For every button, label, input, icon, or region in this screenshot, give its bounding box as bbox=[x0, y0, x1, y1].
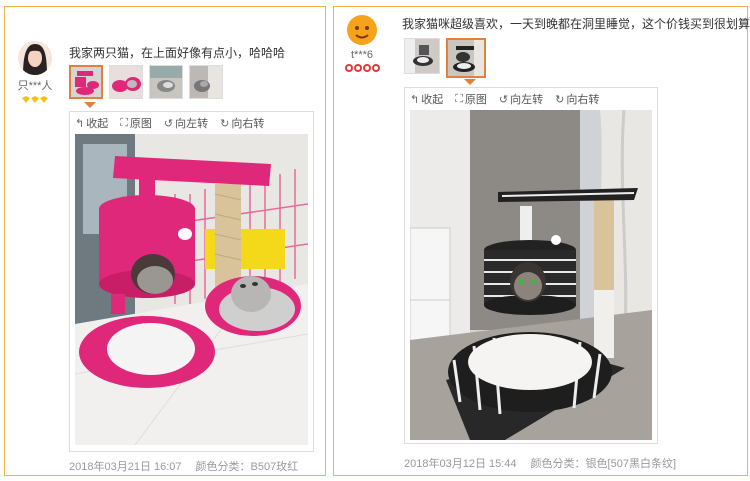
diamond-icon bbox=[22, 96, 30, 103]
collapse-icon: ↰ bbox=[410, 92, 420, 106]
thumbnail[interactable] bbox=[69, 65, 103, 99]
thumbnail-strip bbox=[404, 38, 486, 78]
crown-icon bbox=[371, 64, 380, 72]
review-meta: 2018年03月21日 16:07 颜色分类：B507玫红 bbox=[69, 458, 298, 474]
thumbnail[interactable] bbox=[189, 65, 223, 99]
viewer-toolbar: ↰ 收起 ⛶ 原图 ↺ 向左转 ↻ 向右转 bbox=[405, 88, 657, 110]
viewer-toolbar: ↰ 收起 ⛶ 原图 ↺ 向左转 ↻ 向右转 bbox=[70, 112, 313, 134]
collapse-icon: ↰ bbox=[75, 116, 85, 130]
crown-icon bbox=[344, 64, 353, 72]
review-photo[interactable] bbox=[410, 110, 652, 440]
rotate-right-button[interactable]: ↻ 向右转 bbox=[220, 115, 264, 131]
avatar[interactable] bbox=[18, 41, 52, 75]
review-meta: 2018年03月12日 15:44 颜色分类：银色[507黑白条纹] bbox=[404, 455, 676, 471]
fullscreen-icon: ⛶ bbox=[120, 116, 128, 129]
original-image-button[interactable]: ⛶ 原图 bbox=[455, 91, 487, 107]
avatar[interactable] bbox=[345, 13, 379, 47]
crown-icon bbox=[353, 64, 362, 72]
fullscreen-icon: ⛶ bbox=[455, 92, 463, 105]
active-thumbnail-pointer bbox=[464, 79, 476, 85]
username: t***6 bbox=[350, 49, 374, 61]
reviewer-info: 只***人 bbox=[13, 41, 57, 103]
reviewer-info: t***6 bbox=[340, 13, 384, 72]
level-badges bbox=[340, 64, 384, 72]
rotate-left-button[interactable]: ↺ 向左转 bbox=[499, 91, 543, 107]
original-image-button[interactable]: ⛶ 原图 bbox=[120, 115, 152, 131]
thumbnail-strip bbox=[69, 65, 223, 99]
active-thumbnail-pointer bbox=[84, 102, 96, 108]
color-label: 颜色分类：银色[507黑白条纹] bbox=[530, 458, 676, 470]
review-photo[interactable] bbox=[75, 134, 308, 445]
review-date: 2018年03月21日 16:07 bbox=[69, 461, 182, 473]
collapse-button[interactable]: ↰ 收起 bbox=[410, 91, 443, 107]
thumbnail[interactable] bbox=[404, 38, 440, 74]
thumbnail[interactable] bbox=[149, 65, 183, 99]
rotate-left-button[interactable]: ↺ 向左转 bbox=[164, 115, 208, 131]
color-label: 颜色分类：B507玫红 bbox=[195, 461, 299, 473]
thumbnail[interactable] bbox=[446, 38, 486, 78]
rotate-right-button[interactable]: ↻ 向右转 bbox=[555, 91, 599, 107]
diamond-icon bbox=[31, 96, 39, 103]
image-viewer: ↰ 收起 ⛶ 原图 ↺ 向左转 ↻ 向右转 bbox=[69, 111, 314, 452]
review-card: 只***人 我家两只猫，在上面好像有点小，哈哈哈 ↰ 收起 ⛶ 原图 ↺ 向左转 ↻ 向… bbox=[4, 6, 326, 476]
image-viewer: ↰ 收起 ⛶ 原图 ↺ 向左转 ↻ 向右转 bbox=[404, 87, 658, 444]
review-text: 我家两只猫，在上面好像有点小，哈哈哈 bbox=[69, 46, 286, 60]
rotate-right-icon: ↻ bbox=[220, 116, 230, 130]
rotate-right-icon: ↻ bbox=[555, 92, 565, 106]
review-date: 2018年03月12日 15:44 bbox=[404, 458, 517, 470]
crown-icon bbox=[362, 64, 371, 72]
diamond-icon bbox=[40, 96, 48, 103]
review-text: 我家猫咪超级喜欢，一天到晚都在洞里睡觉，这个价钱买到很划算， bbox=[402, 17, 750, 31]
level-badges bbox=[13, 96, 57, 103]
rotate-left-icon: ↺ bbox=[163, 116, 174, 130]
thumbnail[interactable] bbox=[109, 65, 143, 99]
collapse-button[interactable]: ↰ 收起 bbox=[75, 115, 108, 131]
username: 只***人 bbox=[17, 80, 53, 92]
rotate-left-icon: ↺ bbox=[498, 92, 509, 106]
review-card: t***6 我家猫咪超级喜欢，一天到晚都在洞里睡觉，这个价钱买到很划算， ↰ 收起… bbox=[333, 6, 750, 476]
